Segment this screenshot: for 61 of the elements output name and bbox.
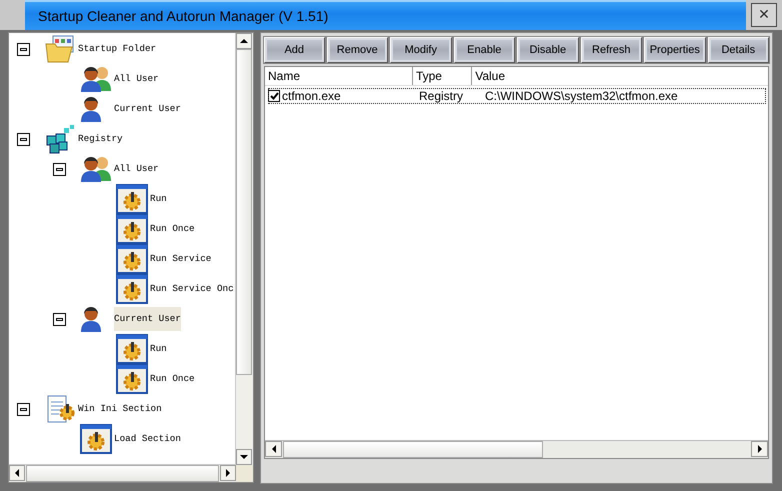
gear-window-icon: [116, 184, 148, 214]
tree-item[interactable]: Run: [150, 337, 167, 361]
tree-item[interactable]: Load Section: [114, 427, 181, 451]
column-header[interactable]: Type: [412, 67, 472, 85]
toolbar-button[interactable]: Modify: [390, 37, 452, 63]
tree-item[interactable]: Current User: [114, 97, 181, 121]
table-cell-text: Registry: [418, 89, 464, 103]
gear-window-icon: [80, 424, 112, 454]
collapse-toggle[interactable]: [17, 42, 30, 56]
collapse-toggle[interactable]: [17, 402, 30, 416]
tree-item[interactable]: Run: [150, 187, 167, 211]
vertical-scrollbar[interactable]: [235, 33, 253, 465]
list-row[interactable]: ctfmon.exe Registry C:\WINDOWS\system32\ctfmon.exe: [268, 88, 766, 104]
gear-window-icon: [116, 274, 148, 304]
tree-item[interactable]: Current User: [114, 307, 181, 331]
tree-item[interactable]: Run Service Onc: [150, 277, 234, 301]
table-cell-text: C:\WINDOWS\system32\ctfmon.exe: [484, 89, 679, 103]
toolbar-button[interactable]: Refresh: [580, 37, 642, 63]
horizontal-scrollbar[interactable]: [265, 440, 768, 458]
column-header[interactable]: Value: [472, 67, 768, 85]
scroll-thumb[interactable]: [283, 441, 543, 458]
checkbox[interactable]: [268, 90, 280, 102]
scroll-up-button[interactable]: [236, 33, 252, 49]
tree-item[interactable]: All User: [114, 67, 159, 91]
window-title: Startup Cleaner and Autorun Manager (V 1.51): [38, 8, 328, 24]
tree-item[interactable]: Registry: [78, 127, 123, 151]
tree-item[interactable]: Startup Folder: [78, 37, 156, 61]
users-icon: [80, 64, 112, 94]
scroll-left-button[interactable]: [9, 465, 25, 481]
folder-icon: [44, 34, 76, 64]
scrollbar-corner: [236, 465, 253, 482]
scroll-down-button[interactable]: [236, 449, 252, 465]
tree-item[interactable]: Run Once: [150, 217, 195, 241]
tree-item[interactable]: Run Once: [150, 367, 195, 391]
tree-item[interactable]: Win Ini Section: [78, 397, 162, 421]
gear-window-icon: [116, 244, 148, 274]
gear-window-icon: [116, 334, 148, 364]
toolbar-button[interactable]: Disable: [517, 37, 579, 63]
users-icon: [80, 154, 112, 184]
collapse-toggle[interactable]: [17, 132, 30, 146]
scroll-left-button[interactable]: [265, 441, 282, 457]
scroll-right-button[interactable]: [220, 465, 236, 481]
toolbar-button[interactable]: Properties: [644, 37, 706, 63]
tree-item[interactable]: Run Service: [150, 247, 212, 271]
table-cell-text: ctfmon.exe: [282, 89, 342, 103]
toolbar-button[interactable]: Add: [264, 37, 325, 63]
scroll-thumb[interactable]: [26, 465, 219, 482]
toolbar-button[interactable]: Remove: [326, 37, 388, 63]
column-header[interactable]: Name: [265, 67, 413, 85]
close-button[interactable]: ✕: [751, 3, 777, 27]
scroll-right-button[interactable]: [751, 441, 768, 457]
collapse-toggle[interactable]: [53, 162, 66, 176]
cubes-icon: [44, 124, 76, 154]
scroll-thumb[interactable]: [236, 49, 252, 375]
horizontal-scrollbar[interactable]: [9, 464, 236, 482]
toolbar-button[interactable]: Enable: [454, 37, 516, 63]
toolbar-button[interactable]: Details: [708, 37, 770, 63]
collapse-toggle[interactable]: [53, 312, 66, 326]
tree-item[interactable]: All User: [114, 157, 159, 181]
gear-window-icon: [116, 214, 148, 244]
gear-window-icon: [116, 364, 148, 394]
